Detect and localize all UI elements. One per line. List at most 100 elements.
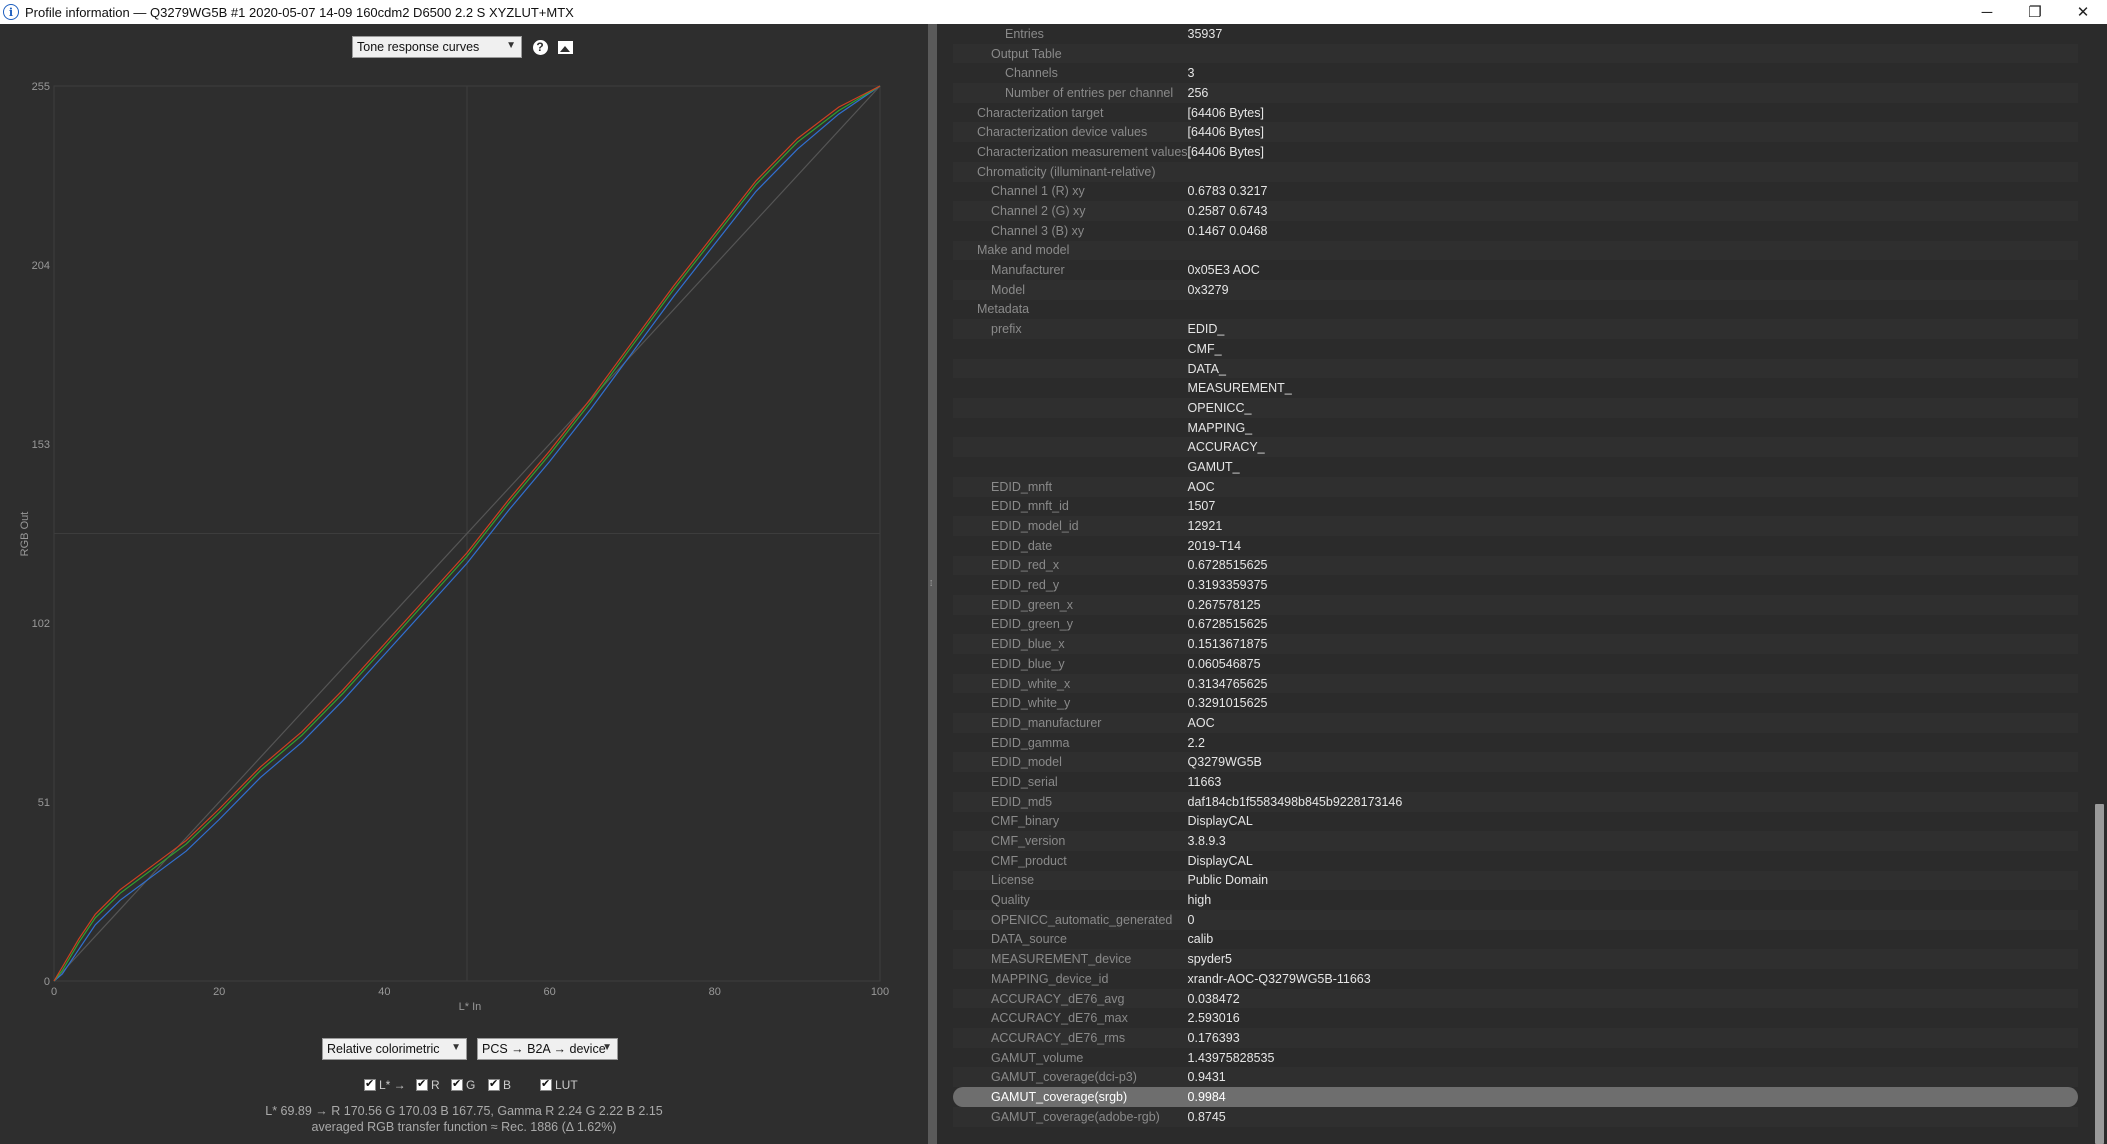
property-value: 256	[1187, 83, 2078, 103]
property-key	[953, 418, 1188, 438]
property-row[interactable]: CMF_binary DisplayCAL	[953, 812, 2078, 832]
checkbox-box[interactable]	[488, 1077, 500, 1091]
property-row[interactable]: Output Table	[953, 43, 2078, 64]
checkbox-lut[interactable]: LUT	[540, 1077, 578, 1092]
property-row[interactable]: GAMUT_coverage(dci-p3) 0.9431	[953, 1067, 2078, 1088]
property-row[interactable]: GAMUT_volume 1.43975828535	[953, 1048, 2078, 1068]
restore-button[interactable]: ❐	[2011, 0, 2059, 24]
property-row[interactable]: EDID_white_y 0.3291015625	[953, 693, 2078, 713]
property-value: 0.9431	[1187, 1067, 2078, 1088]
property-row[interactable]: EDID_blue_y 0.060546875	[953, 654, 2078, 674]
property-key: EDID_white_y	[991, 696, 1071, 711]
checkbox-r[interactable]: R	[416, 1077, 440, 1092]
profile-properties-panel[interactable]: Entries 35937 Output Table Channels 3 Number …	[937, 24, 2092, 1144]
scrollbar-thumb[interactable]	[2095, 804, 2104, 1144]
property-row[interactable]: DATA_source calib	[953, 930, 2078, 950]
property-row[interactable]: EDID_green_y 0.6728515625	[953, 615, 2078, 635]
property-value: DisplayCAL	[1187, 853, 1253, 868]
property-key: EDID_mnft_id	[991, 499, 1069, 514]
property-row[interactable]: Metadata	[953, 300, 2078, 320]
property-key	[953, 398, 1188, 418]
property-row[interactable]: License Public Domain	[953, 870, 2078, 891]
property-row[interactable]: Manufacturer 0x05E3 AOC	[953, 260, 2078, 280]
checkbox-box[interactable]	[416, 1077, 428, 1091]
property-key	[953, 457, 1188, 477]
property-row[interactable]: Channel 2 (G) xy 0.2587 0.6743	[953, 201, 2078, 221]
panel-splitter[interactable]: ⁞	[928, 24, 937, 1144]
property-row[interactable]: OPENICC_	[953, 398, 2078, 418]
property-row[interactable]: EDID_mnft AOC	[953, 476, 2078, 497]
checkbox-b[interactable]: B	[488, 1077, 512, 1092]
property-row[interactable]: OPENICC_automatic_generated 0	[953, 909, 2078, 930]
property-key: EDID_serial	[991, 774, 1058, 789]
minimize-button[interactable]: ─	[1963, 0, 2011, 24]
x-axis-label: L* In	[459, 1001, 482, 1013]
property-row[interactable]: Model 0x3279	[953, 279, 2078, 300]
property-row[interactable]: EDID_model Q3279WG5B	[953, 752, 2078, 773]
property-row[interactable]: Number of entries per channel 256	[953, 83, 2078, 103]
property-value: high	[1187, 893, 1212, 908]
property-row[interactable]: Characterization target [64406 Bytes]	[953, 103, 2078, 123]
property-key: EDID_blue_x	[953, 634, 1188, 654]
property-row[interactable]: Channel 1 (R) xy 0.6783 0.3217	[953, 182, 2078, 202]
property-row[interactable]: MEASUREMENT_	[953, 378, 2078, 398]
property-row[interactable]: CMF_product DisplayCAL	[953, 851, 2078, 871]
property-row[interactable]: EDID_red_x 0.6728515625	[953, 555, 2078, 576]
property-row[interactable]: CMF_version 3.8.9.3	[953, 831, 2078, 851]
checkbox-label: B	[503, 1078, 512, 1092]
property-row[interactable]: EDID_green_x 0.267578125	[953, 594, 2078, 615]
property-key: ACCURACY_dE76_rms	[953, 1028, 1188, 1048]
property-row[interactable]: ACCURACY_dE76_avg 0.038472	[953, 988, 2078, 1009]
checkbox-box[interactable]	[451, 1077, 463, 1091]
property-key: ACCURACY_dE76_max	[991, 1011, 1128, 1026]
property-row[interactable]: EDID_model_id 12921	[953, 516, 2078, 536]
property-row[interactable]: EDID_gamma 2.2	[953, 733, 2078, 753]
property-row[interactable]: EDID_manufacturer AOC	[953, 713, 2078, 733]
property-row[interactable]: Make and model	[953, 240, 2078, 261]
property-key: Metadata	[977, 302, 1030, 317]
property-row[interactable]: Chromaticity (illuminant-relative)	[953, 161, 2078, 182]
intent-select[interactable]: Relative colorimetric ▼	[322, 1038, 467, 1060]
property-row[interactable]: ACCURACY_dE76_rms 0.176393	[953, 1028, 2078, 1048]
close-button[interactable]: ✕	[2059, 0, 2107, 24]
checkbox-lstar[interactable]: L* →	[364, 1077, 406, 1092]
property-key: EDID_green_y	[991, 617, 1073, 632]
checkbox-box[interactable]	[364, 1077, 376, 1091]
property-row[interactable]: EDID_date 2019-T14	[953, 536, 2078, 556]
property-key: EDID_red_y	[991, 578, 1060, 593]
property-row[interactable]: Quality high	[953, 890, 2078, 910]
property-row[interactable]: ACCURACY_	[953, 437, 2078, 458]
property-row[interactable]: Entries 35937	[953, 24, 2078, 44]
property-row[interactable]: Channels 3	[953, 63, 2078, 83]
property-row[interactable]: EDID_red_y 0.3193359375	[953, 575, 2078, 595]
property-row[interactable]: EDID_mnft_id 1507	[953, 497, 2078, 517]
property-row[interactable]: Characterization device values [64406 Byt…	[953, 122, 2078, 143]
property-row[interactable]: CMF_	[953, 339, 2078, 359]
property-value: 3	[1187, 66, 1195, 81]
property-row[interactable]: MEASUREMENT_device spyder5	[953, 949, 2078, 969]
vertical-scrollbar[interactable]	[2092, 24, 2107, 1144]
property-value: 11663	[1187, 774, 1222, 789]
property-row[interactable]: ACCURACY_dE76_max 2.593016	[953, 1008, 2078, 1028]
property-row[interactable]: EDID_md5 daf184cb1f5583498b845b9228173146	[953, 791, 2078, 812]
property-row[interactable]: prefix EDID_	[953, 319, 2078, 339]
property-row[interactable]: EDID_blue_x 0.1513671875	[953, 634, 2078, 654]
property-key: GAMUT_coverage(dci-p3)	[953, 1067, 1188, 1088]
property-row[interactable]: EDID_serial 11663	[953, 772, 2078, 792]
property-row[interactable]: GAMUT_	[953, 457, 2078, 477]
property-row[interactable]: GAMUT_coverage(adobe-rgb) 0.8745	[953, 1106, 2078, 1127]
checkbox-label: R	[431, 1078, 440, 1092]
property-row[interactable]: Channel 3 (B) xy 0.1467 0.0468	[953, 221, 2078, 241]
property-key: Channel 3 (B) xy	[991, 223, 1085, 238]
property-row[interactable]: GAMUT_coverage(srgb) 0.9984	[953, 1087, 2078, 1107]
property-row[interactable]: MAPPING_device_id xrandr-AOC-Q3279WG5B-11…	[953, 969, 2078, 989]
property-value: 0.8745	[1187, 1106, 2078, 1127]
property-row[interactable]: EDID_white_x 0.3134765625	[953, 673, 2078, 694]
chevron-down-icon: ▼	[602, 1042, 612, 1053]
property-row[interactable]: Characterization measurement values [6440…	[953, 142, 2078, 162]
checkbox-box[interactable]	[540, 1077, 552, 1091]
checkbox-g[interactable]: G	[451, 1077, 475, 1092]
property-row[interactable]: DATA_	[953, 358, 2078, 379]
property-row[interactable]: MAPPING_	[953, 418, 2078, 438]
direction-select[interactable]: PCS → B2A → device ▼	[477, 1038, 618, 1060]
